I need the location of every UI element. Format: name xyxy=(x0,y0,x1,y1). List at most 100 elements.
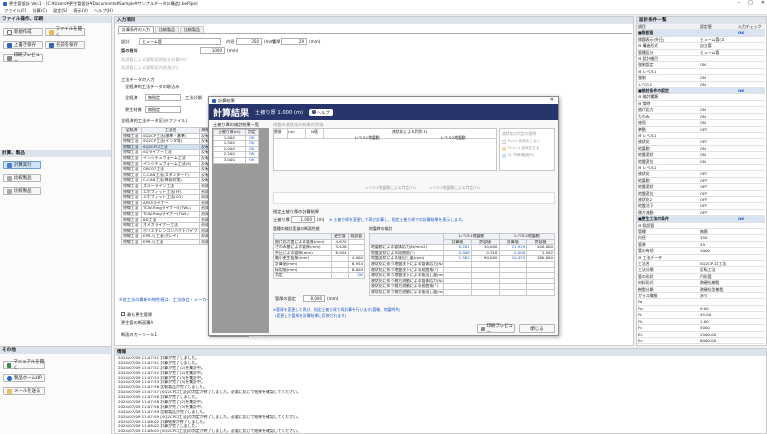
open-button[interactable]: ファイルを開く xyxy=(45,27,85,38)
tab-compare-2[interactable]: 比較製品 xyxy=(180,26,204,33)
inner-label: 内径 xyxy=(226,39,235,44)
design-label: 設計 xyxy=(121,39,130,44)
th-depth: 土被り厚(m) xyxy=(213,129,246,136)
table-row[interactable]: 帰線工法 EPR-ら工法 形成 xyxy=(121,238,211,246)
inner-input[interactable]: 350 xyxy=(236,38,262,45)
compare-button-1[interactable]: 比較製品 xyxy=(3,174,41,182)
dialog-close-icon[interactable]: ✕ xyxy=(550,97,554,104)
table-row[interactable]: 帰線工法 ホリエチレンコンパクトパイプ 形成 xyxy=(121,227,211,235)
support-button[interactable]: 製品ホームHP xyxy=(3,374,45,382)
hist-2: レベル2地震動による判定(FL) xyxy=(429,185,481,190)
wall-unit: (mm) xyxy=(309,39,321,44)
sub-label: 全経済的工法データ区分(ファイル) xyxy=(121,118,188,123)
info-section-title: 情報 xyxy=(115,349,766,356)
eq-cell: 液状化に伴う地盤沈下による管体応力(N/mm2) xyxy=(369,261,444,268)
pt-col-1: 更生管 xyxy=(331,233,349,240)
tab-compare-1[interactable]: 比較製品 xyxy=(155,26,179,33)
table-cell: 帰線工法 xyxy=(121,155,142,162)
save-as-button[interactable]: 名前を保存 xyxy=(45,41,85,49)
dialog-title: 計算結果 xyxy=(218,98,235,103)
right-section-title: 設計条件一覧 xyxy=(637,17,766,24)
table-cell: 帰線工法 xyxy=(121,188,142,196)
dialog-print-button[interactable]: 印刷プレビュー xyxy=(477,323,515,335)
dialog-titlebar: 計算結果 ✕ xyxy=(209,97,558,104)
eq-cell: 液状化に伴う側方流動による管体応力(N/mm2) xyxy=(369,277,444,285)
table-cell: 帰線工法 xyxy=(121,216,142,224)
pipe-table-caption: 管種の検討変量の断面性能 xyxy=(273,226,320,231)
save-as-button-label: 名前を保存 xyxy=(56,43,78,48)
spec-depth-input[interactable]: 1.000 xyxy=(291,216,315,223)
menu-help[interactable]: ヘルプ(H) xyxy=(94,8,113,14)
depth-table: 土被り厚(m) 判定 1.000 OK 1.500 OK 2.000 OK 2.500 OK 3.… xyxy=(213,129,260,164)
property-row[interactable]: Et5000.00 xyxy=(637,343,765,345)
save-button-label: 上書き保存 xyxy=(14,43,36,48)
legend-title: 液状化の判定の説明 xyxy=(502,131,537,136)
legend-text-2: FL<=1 液状化する xyxy=(508,146,540,150)
open-button-label: ファイルを開く xyxy=(55,27,82,38)
save-button[interactable]: 上書き保存 xyxy=(3,41,43,49)
help-icon: ? xyxy=(312,110,317,114)
pipe-kind-select[interactable]: ヒューム管 xyxy=(139,38,221,45)
menu-bar: ファイル(F) 計算(C) 設定(S) 表示(V) ヘルプ(H) xyxy=(0,8,767,15)
eq-cell: 液状化に伴う地盤沈下による屈曲角(°) xyxy=(369,266,444,274)
table-cell: インシチュフォーム工法(S) xyxy=(140,160,201,168)
eval-lv1: レベル1地震動 xyxy=(354,135,380,140)
fit-label: 更生材質 xyxy=(125,107,142,112)
table-cell: 帰線工法 xyxy=(121,222,142,229)
app-icon xyxy=(3,2,7,6)
maximize-button[interactable]: □ xyxy=(748,0,753,6)
manual-button[interactable]: マニュアルを開く xyxy=(3,360,45,371)
eq-cell xyxy=(526,288,555,296)
eq-cell: 液状化に伴う側方流動による屈曲角(°) xyxy=(369,283,444,290)
compare-button-2[interactable]: 比較製品 xyxy=(3,187,41,195)
other-panel: その他 マニュアルを開く 製品ホームHP メールを送る xyxy=(0,346,112,434)
prop-hdr-unit: 入力チェック xyxy=(737,24,765,31)
checkbox-1[interactable] xyxy=(121,312,125,316)
mail-button[interactable]: メールを送る xyxy=(3,387,45,395)
print-preview-button[interactable]: 印刷プレビュー xyxy=(3,53,43,64)
table-cell: 帰線工法 xyxy=(121,166,142,173)
menu-calc[interactable]: 計算(C) xyxy=(32,8,47,14)
check1-text: 最も更生管厚 xyxy=(127,312,153,317)
table-cell: 帰線工法 xyxy=(121,132,142,140)
spec-note: ※ 土被り厚を変更して再び計算し、指定土被り厚での計算結果を表示します。 xyxy=(329,217,466,222)
close-button[interactable]: ✕ xyxy=(761,0,765,6)
table-cell: 帰線工法 xyxy=(121,177,142,184)
fit-select[interactable]: 無指定 xyxy=(145,106,181,113)
tab-conditions[interactable]: 計算条件の入力 xyxy=(118,26,154,33)
check2-text: 更生管の断面積A xyxy=(121,320,154,325)
eq-cell: 液状化に伴う側方流動による抜出し量(mm) xyxy=(369,288,444,296)
eq-cell xyxy=(470,288,500,296)
input-section-title: 入力項目 xyxy=(115,17,633,24)
help-button[interactable]: ? ヘルプ xyxy=(309,108,333,116)
menu-view[interactable]: 表示(V) xyxy=(73,8,88,14)
cur-input[interactable]: 8.000 xyxy=(303,295,325,302)
table-cell: 帰線工法 xyxy=(121,160,142,168)
hint-2: 既設管による管断面内周長(m) xyxy=(121,65,179,70)
length-input[interactable]: 1000 xyxy=(200,47,225,54)
log-list: 2024/07/09 11:07:51 計算が完了しました。 2024/07/09… xyxy=(115,356,766,434)
property-table: 項目 設定値 入力チェック ■既設管 OK 標題表示(外圧) ヒューム管(ス ⊟ 構… xyxy=(637,24,765,345)
calc-icon xyxy=(7,162,12,168)
wall-input[interactable]: 29 xyxy=(281,38,307,45)
menu-file[interactable]: ファイル(F) xyxy=(4,8,26,14)
type-select[interactable]: 無指定 xyxy=(145,94,181,101)
mail-label: メールを送る xyxy=(14,389,41,394)
calc-run-button[interactable]: 計算実行 xyxy=(3,161,41,169)
minimize-button[interactable]: – xyxy=(738,0,741,6)
check2-label: 更生管の断面積A xyxy=(121,320,153,326)
new-button[interactable]: 新規作成 xyxy=(3,28,43,36)
support-label: 製品ホームHP xyxy=(14,376,42,381)
spec-depth-label: 土被り厚 xyxy=(273,217,290,222)
menu-settings[interactable]: 設定(S) xyxy=(53,8,67,14)
dialog-close-button[interactable]: 閉じる xyxy=(519,324,555,333)
eval-fl-header: 液状化による判別 FL レベル1地震動 レベル2地震動 xyxy=(324,129,496,140)
right-panel: 設計条件一覧 項目 設定値 入力チェック ■既設管 OK 標題表示(外圧) ヒューム… xyxy=(636,16,767,346)
compare-icon xyxy=(7,175,12,181)
legend-item-1: FL>1 液状化しない xyxy=(502,139,552,144)
eq-table: レベル1地震動 レベル2地震動 計算値 許容値 計算値 許容値 地震動による管体応力(N… xyxy=(369,232,555,296)
compare-icon xyxy=(7,188,12,194)
manual-label: マニュアルを開く xyxy=(13,360,44,371)
depth-row[interactable]: 3.000 OK xyxy=(213,157,260,164)
dialog-print-label: 印刷プレビュー xyxy=(486,323,513,335)
